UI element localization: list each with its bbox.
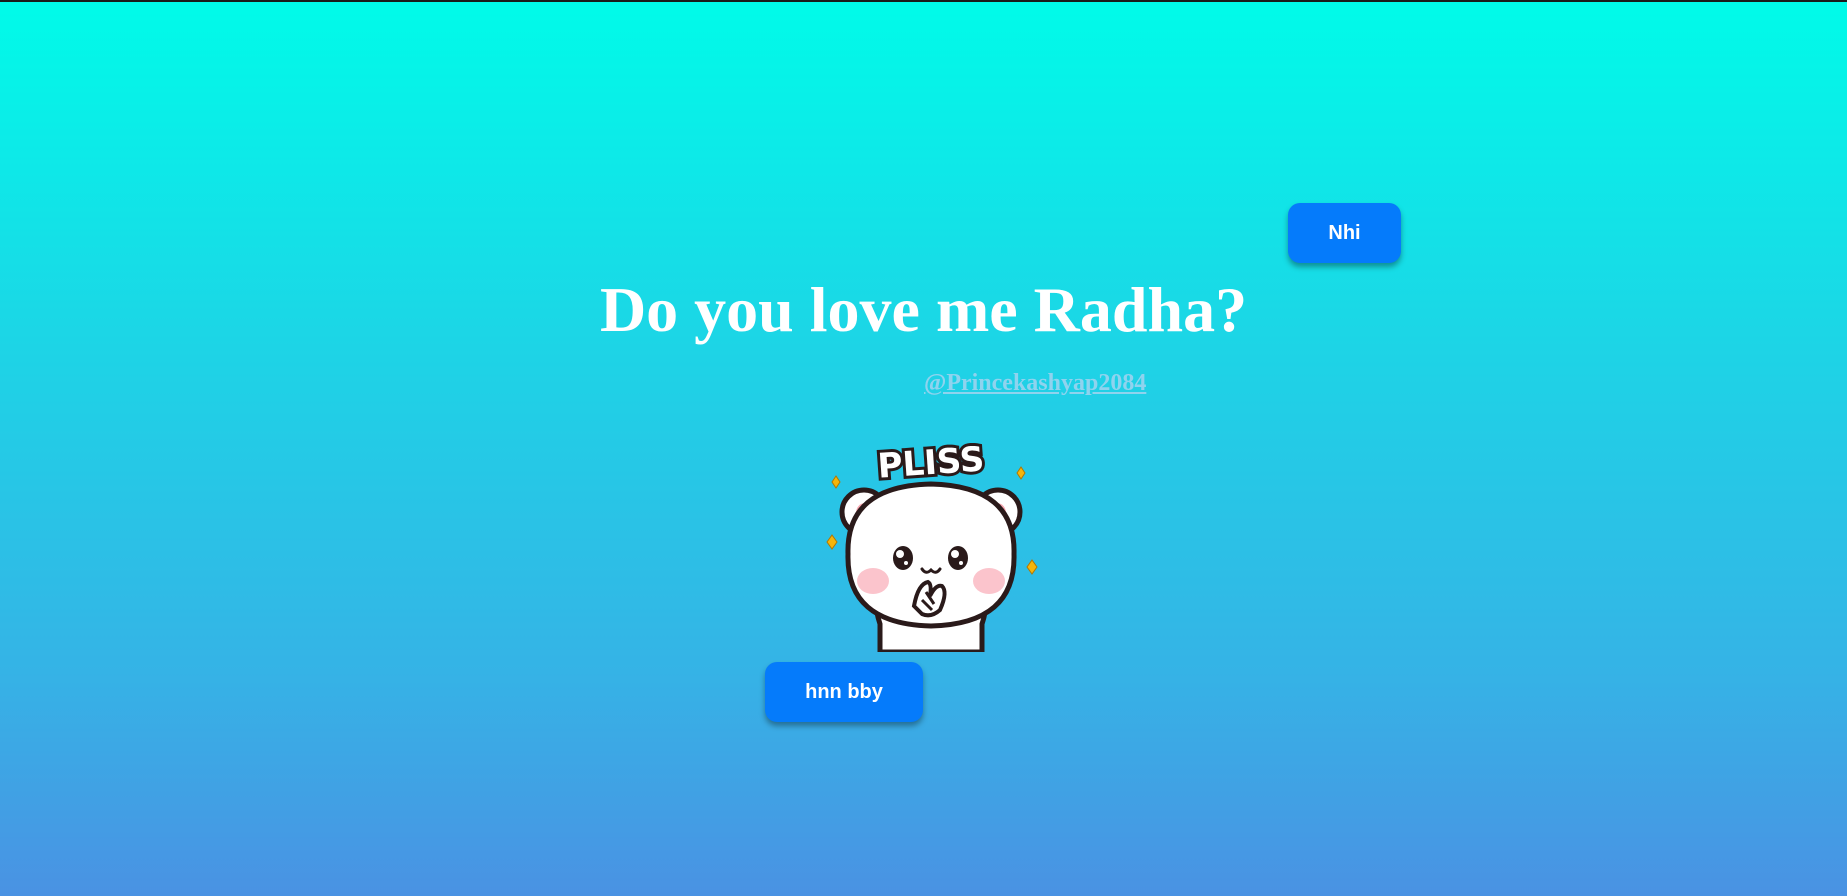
pleading-bear-icon: PLISS bbox=[818, 434, 1044, 655]
yes-button[interactable]: hnn bby bbox=[765, 662, 923, 722]
page-title: Do you love me Radha? bbox=[599, 274, 1248, 345]
no-button[interactable]: Nhi bbox=[1288, 203, 1401, 263]
author-handle-link[interactable]: @Princekashyap2084 bbox=[924, 368, 1146, 398]
sticker-text: PLISS bbox=[876, 439, 985, 486]
